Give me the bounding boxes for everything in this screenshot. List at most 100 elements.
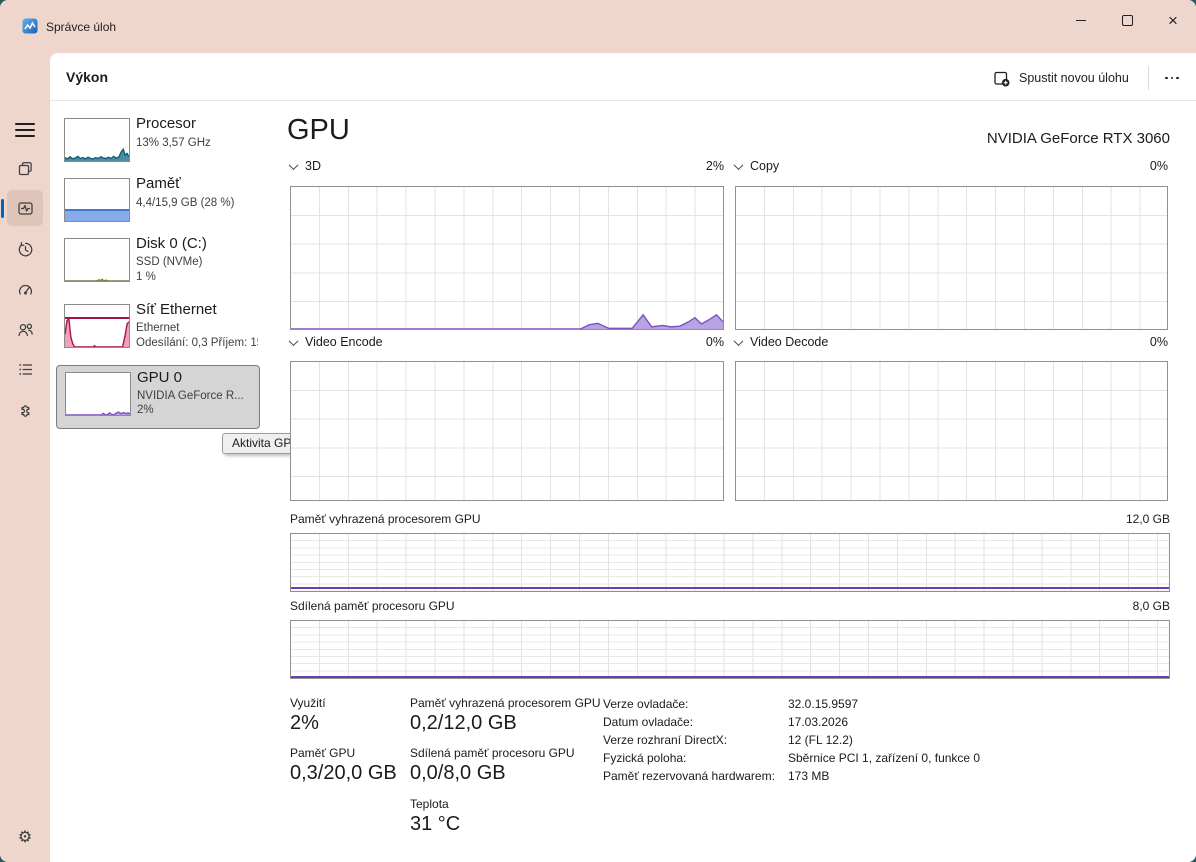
chevron-down-icon[interactable] [734,336,744,346]
gpu-mini-chart [65,372,131,416]
task-manager-window: Správce úloh × [0,0,1196,862]
gpu-page-title: GPU [287,114,350,147]
sidebar-item-ethernet[interactable]: Síť Ethernet Ethernet Odesílání: 0,3 Pří… [56,298,260,362]
ethernet-mini-chart [64,304,130,348]
header-divider [50,100,1196,101]
app-history-icon [17,241,34,258]
sidebar-item-title: Disk 0 (C:) [136,235,207,252]
nav-users[interactable] [7,311,43,347]
sidebar-item-line: Odesílání: 0,3 Příjem: 15 [136,337,258,349]
chart-label: Copy [750,159,779,173]
detail-reserved-memory-label: Paměť rezervovaná hardwarem: [603,769,775,783]
startup-apps-icon [17,281,34,298]
stat-dedicated-memory-value: 0,2/12,0 GB [410,712,517,735]
chart-max-value: 8,0 GB [1133,599,1170,613]
sidebar-item-title: Síť Ethernet [136,301,217,318]
settings-button[interactable]: ⚙ [7,819,43,855]
sidebar-item-line: SSD (NVMe) [136,256,202,268]
shared-memory-usage-line [291,676,1169,678]
nav-app-history[interactable] [7,231,43,267]
maximize-icon [1122,15,1133,26]
dedicated-memory-header: Paměť vyhrazená procesorem GPU 12,0 GB [290,512,1170,526]
chart-label: Video Decode [750,335,828,349]
stat-temperature-label: Teplota [410,797,449,811]
shared-memory-header: Sdílená paměť procesoru GPU 8,0 GB [290,599,1170,613]
chart-value: 0% [1150,335,1168,349]
chart-dedicated-memory [290,533,1170,592]
detail-driver-date-value: 17.03.2026 [788,715,848,729]
chevron-down-icon[interactable] [734,160,744,170]
chart-3d [290,186,724,330]
minimize-button[interactable] [1058,0,1104,40]
nav-processes[interactable] [7,150,43,186]
minimize-icon [1076,20,1086,21]
settings-gear-icon: ⚙ [18,827,32,847]
nav-details[interactable] [7,351,43,387]
sidebar-item-memory[interactable]: Paměť 4,4/15,9 GB (28 %) [56,172,260,232]
sidebar-item-line: NVIDIA GeForce R... [137,390,244,402]
sidebar-item-cpu[interactable]: Procesor 13% 3,57 GHz [56,112,260,172]
stat-gpu-memory-label: Paměť GPU [290,746,355,760]
performance-icon [17,200,34,217]
memory-mini-chart [64,178,130,222]
stat-shared-memory-label: Sdílená paměť procesoru GPU [410,746,575,760]
detail-reserved-memory-value: 173 MB [788,769,829,783]
run-new-task-button[interactable]: Spustit novou úlohu [985,63,1137,93]
maximize-button[interactable] [1104,0,1150,40]
close-button[interactable]: × [1150,0,1196,40]
new-task-icon [993,70,1010,87]
chart-copy [735,186,1168,330]
titlebar[interactable]: Správce úloh × [0,0,1196,53]
detail-directx-label: Verze rozhraní DirectX: [603,733,727,747]
gpu-device-name: NVIDIA GeForce RTX 3060 [790,130,1170,147]
sidebar-item-line: Ethernet [136,322,179,334]
details-icon [17,361,34,378]
chevron-down-icon[interactable] [289,336,299,346]
chart-max-value: 12,0 GB [1126,512,1170,526]
chart-label: Sdílená paměť procesoru GPU [290,599,455,613]
sidebar-item-line: 2% [137,404,154,416]
selected-nav-indicator [1,199,4,218]
more-options-button[interactable] [1156,65,1188,91]
nav-services[interactable] [7,391,43,427]
sidebar-item-line: 4,4/15,9 GB (28 %) [136,197,234,209]
stat-shared-memory-value: 0,0/8,0 GB [410,762,506,785]
nav-performance[interactable] [7,190,43,226]
chart-header-copy: Copy 0% [735,159,1168,173]
sidebar-item-gpu[interactable]: GPU 0 NVIDIA GeForce R... 2% [56,365,260,429]
ethernet-scale-line [65,317,129,319]
detail-driver-date-label: Datum ovladače: [603,715,693,729]
window-title: Správce úloh [46,20,116,34]
chevron-down-icon[interactable] [289,160,299,170]
app-icon [22,18,38,34]
sidebar-item-title: Procesor [136,115,196,132]
detail-physical-location-value: Sběrnice PCI 1, zařízení 0, funkce 0 [788,751,980,765]
chart-video-decode [735,361,1168,501]
sidebar-item-line: 13% 3,57 GHz [136,137,211,149]
services-icon [17,401,34,418]
chart-header-video-decode: Video Decode 0% [735,335,1168,349]
detail-physical-location-label: Fyzická poloha: [603,751,686,765]
navigation-rail: ⚙ [0,53,50,862]
chart-shared-memory [290,620,1170,679]
detail-driver-version-label: Verze ovladače: [603,697,688,711]
chart-label: 3D [305,159,321,173]
stat-dedicated-memory-label: Paměť vyhrazená procesorem GPU [410,696,601,710]
detail-driver-version-value: 32.0.15.9597 [788,697,858,711]
chart-value: 0% [706,335,724,349]
chart-header-video-encode: Video Encode 0% [290,335,724,349]
page-title: Výkon [66,69,108,85]
more-options-icon [1165,77,1168,80]
chart-value: 2% [706,159,724,173]
toolbar-separator [1148,66,1149,90]
stat-utilization-value: 2% [290,712,319,735]
chart-label: Video Encode [305,335,383,349]
chart-header-3d: 3D 2% [290,159,724,173]
nav-startup-apps[interactable] [7,271,43,307]
menu-toggle-button[interactable] [15,123,35,137]
sidebar-item-disk[interactable]: Disk 0 (C:) SSD (NVMe) 1 % [56,232,260,296]
users-icon [17,321,34,338]
cpu-mini-chart [64,118,130,162]
chart-value: 0% [1150,159,1168,173]
more-options-icon [1171,77,1174,80]
